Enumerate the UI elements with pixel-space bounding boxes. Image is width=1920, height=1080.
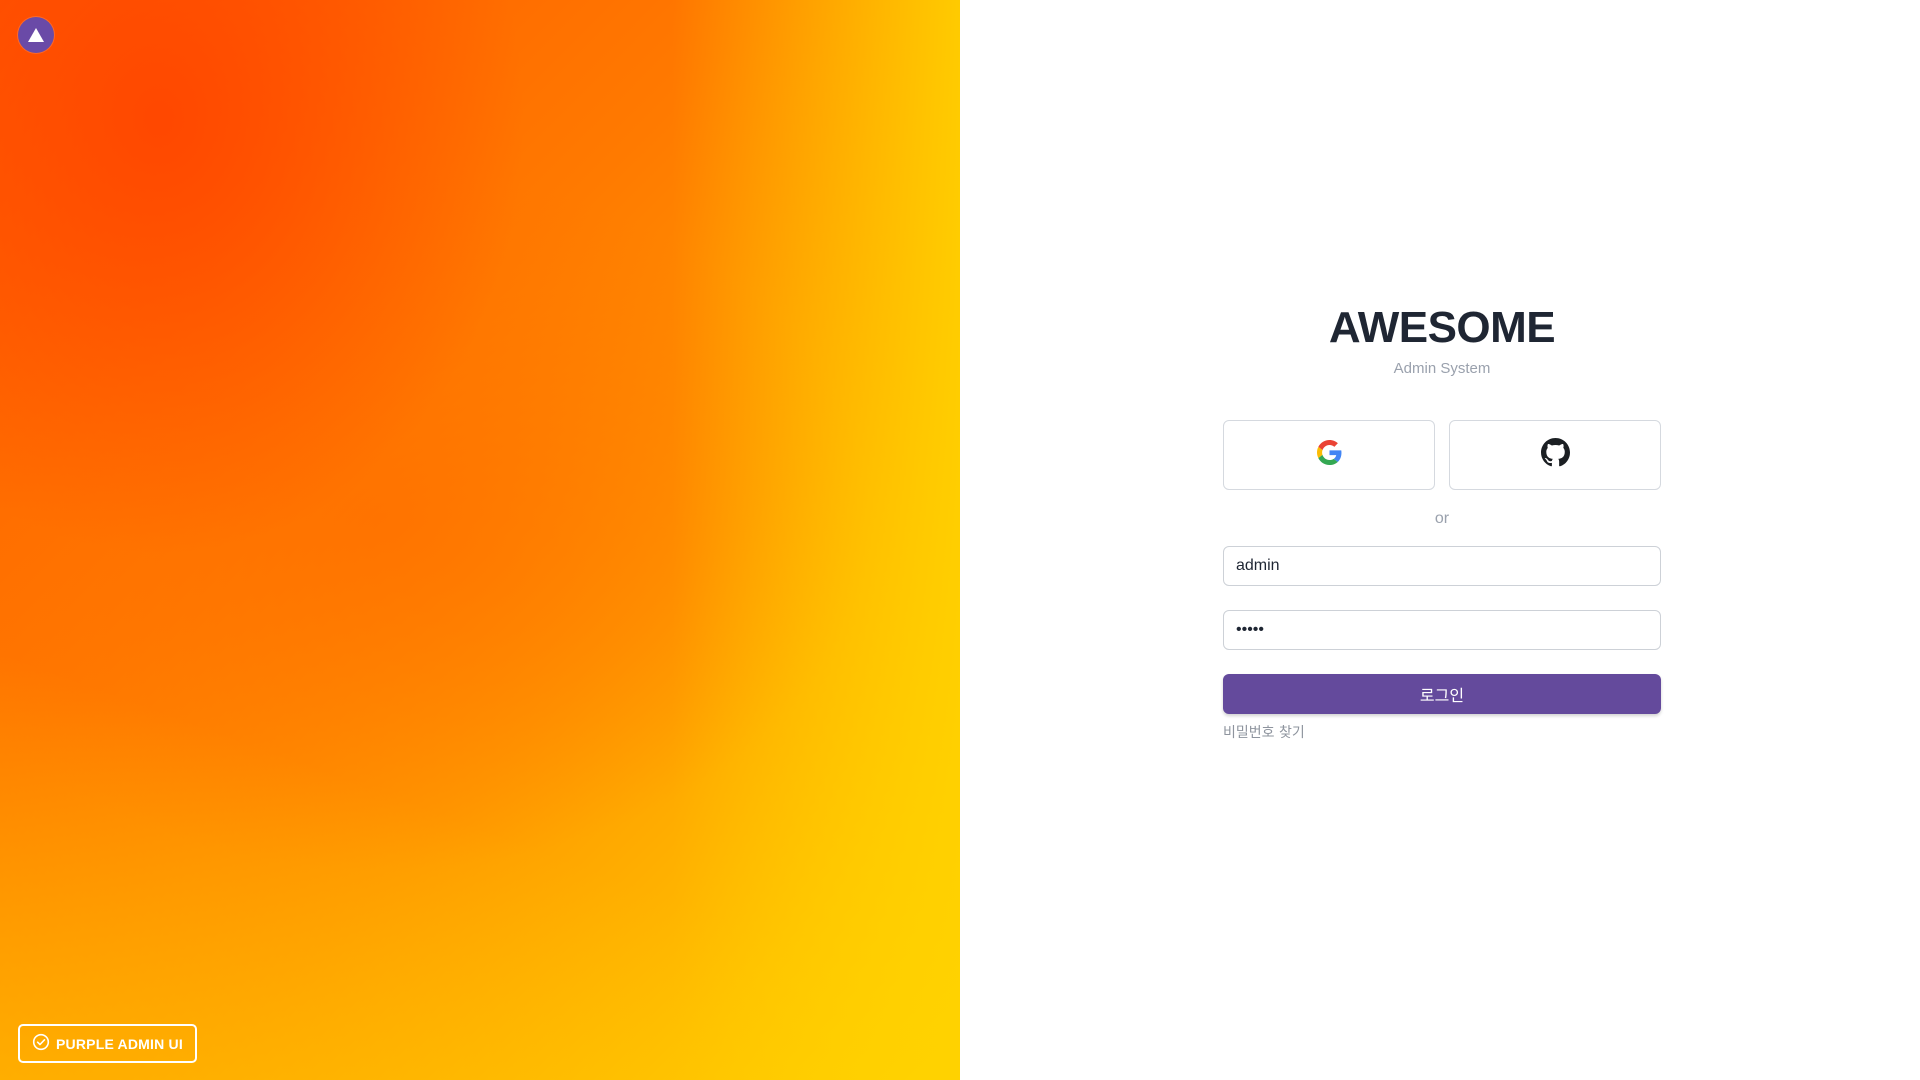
- brand-badge: PURPLE ADMIN UI: [18, 1024, 197, 1063]
- forgot-password-link[interactable]: 비밀번호 찾기: [1223, 722, 1305, 742]
- username-input[interactable]: [1223, 546, 1661, 586]
- triangle-logo-icon[interactable]: [18, 17, 54, 53]
- login-page: PURPLE ADMIN UI AWESOME Admin System or …: [0, 0, 1920, 1080]
- page-subtitle: Admin System: [1393, 360, 1491, 377]
- hero-gradient-panel: PURPLE ADMIN UI: [0, 0, 960, 1080]
- page-title: AWESOME: [1328, 303, 1556, 352]
- google-icon: [1316, 440, 1342, 470]
- password-input[interactable]: [1223, 610, 1661, 650]
- auth-panel: AWESOME Admin System or admin 로그인 비밀번호 찾…: [960, 0, 1920, 1080]
- github-icon: [1540, 438, 1570, 472]
- github-login-button[interactable]: [1449, 420, 1661, 490]
- social-login-group: [1223, 420, 1661, 490]
- or-divider: or: [1434, 510, 1450, 527]
- check-circle-icon: [32, 1033, 50, 1054]
- login-button[interactable]: 로그인: [1223, 674, 1661, 714]
- google-login-button[interactable]: [1223, 420, 1435, 490]
- brand-badge-label: PURPLE ADMIN UI: [56, 1035, 183, 1052]
- login-form: AWESOME Admin System or admin 로그인 비밀번호 찾…: [1223, 300, 1661, 1080]
